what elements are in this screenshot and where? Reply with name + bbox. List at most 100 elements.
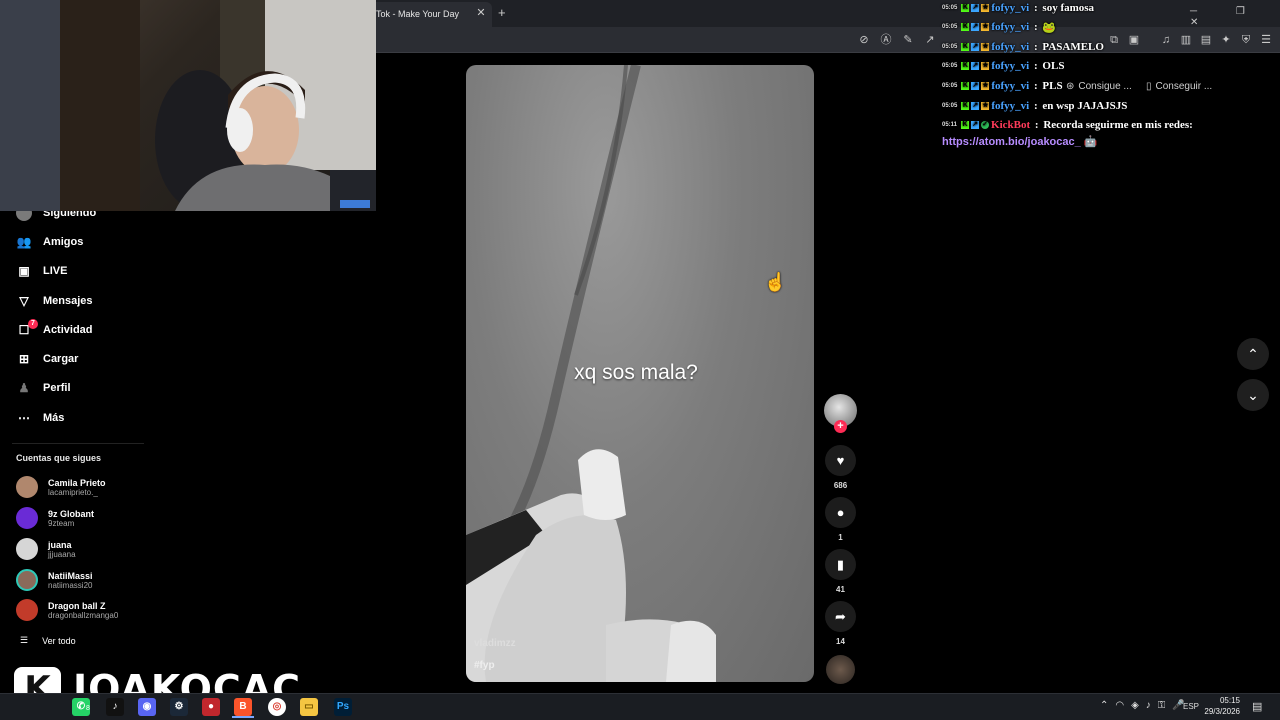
star-badge-icon: ★	[981, 23, 990, 31]
system-tray-icons[interactable]: ⌃◠◈♪⚿🎤	[1100, 700, 1192, 711]
sidebar-item-more[interactable]: ⋯ Más	[16, 407, 64, 429]
comment-button[interactable]: ●	[825, 497, 856, 528]
chat-text: OLS	[1042, 60, 1065, 72]
avatar	[16, 538, 38, 560]
kick-badge-icon: K	[961, 43, 970, 51]
file-explorer-icon[interactable]: ▭	[300, 698, 318, 716]
chat-link[interactable]: https://atom.bio/joakocac_ 🤖	[942, 135, 1098, 148]
followed-account[interactable]: NatiiMassi natiimassi20	[16, 566, 93, 594]
star-badge-icon: ★	[981, 4, 990, 12]
account-handle: natiimassi20	[48, 580, 93, 590]
taskbar-clock[interactable]: 05:15 29/3/2026	[1200, 695, 1240, 717]
share-button[interactable]: ➦	[825, 601, 856, 632]
app-icon[interactable]: ●	[202, 698, 220, 716]
notification-icon[interactable]: ▤	[1252, 700, 1262, 713]
music-icon[interactable]: ♫	[1158, 32, 1174, 48]
comment-count: 1	[838, 533, 843, 542]
steam-icon[interactable]: ⚙	[170, 698, 188, 716]
edit-icon[interactable]: ✎	[900, 32, 916, 48]
tiktok-icon[interactable]: ♪	[106, 698, 124, 716]
shield-icon[interactable]: ⛨	[1238, 32, 1254, 48]
account-handle: jjjuaana	[48, 549, 76, 559]
previous-video-button[interactable]: ⌃	[1237, 338, 1269, 370]
chat-time: 05:05	[942, 83, 958, 89]
share-icon[interactable]: ↗	[922, 32, 938, 48]
brave-browser-icon[interactable]: B	[234, 698, 252, 716]
sidebar-item-live[interactable]: ▣ LIVE	[16, 260, 67, 282]
discord-icon[interactable]: ◉	[138, 698, 156, 716]
webcam-overlay	[0, 0, 376, 211]
chrome-icon[interactable]: ◎	[268, 698, 286, 716]
followed-account[interactable]: Camila Prieto lacamiprieto._	[16, 473, 106, 501]
follow-plus-icon[interactable]: +	[834, 420, 847, 433]
translate-icon[interactable]: Ⓐ	[878, 32, 894, 48]
profile-icon: ♟	[18, 381, 30, 395]
music-disc-icon[interactable]	[826, 655, 855, 684]
chat-message: 05:05 K ↗ ★ fofyy_vi : PLS	[942, 80, 1063, 92]
browser-chip[interactable]: ▯ Conseguir ...	[1146, 79, 1212, 94]
save-button[interactable]: ▮	[825, 549, 856, 580]
menu-icon[interactable]: ☰	[1258, 32, 1274, 48]
reader-icon[interactable]: ⊘	[856, 32, 872, 48]
bookmark-icon: ▮	[836, 557, 845, 572]
chat-user: fofyy_vi	[991, 21, 1030, 33]
share-arrow-icon: ➦	[835, 609, 846, 624]
kick-badge-icon: K	[961, 4, 970, 12]
video-player[interactable]: xq sos mala? vladimzz #fyp	[466, 65, 814, 682]
account-name: Camila Prieto	[48, 477, 106, 488]
sidebar-item-label: Cargar	[43, 353, 79, 365]
clock-date: 29/3/2026	[1204, 707, 1240, 716]
screenshot-icon[interactable]: ▣	[1126, 32, 1142, 48]
wallet-icon[interactable]: ▤	[1198, 32, 1214, 48]
sub-badge-icon: ↗	[971, 23, 980, 31]
see-all-button[interactable]: ☰ Ver todo	[20, 635, 76, 646]
sidebar-item-label: Más	[43, 412, 65, 424]
chat-message: 05:05 K ↗ ★ fofyy_vi : en wsp JAJAJSJS	[942, 100, 1128, 112]
sidebar-item-friends[interactable]: 👥 Amigos	[16, 231, 84, 253]
chat-time: 05:05	[942, 5, 958, 11]
video-author[interactable]: vladimzz	[474, 638, 516, 649]
account-handle: 9zteam	[48, 518, 75, 528]
followed-account[interactable]: Dragon ball Zdragonballzmanga0	[16, 596, 118, 624]
next-video-button[interactable]: ⌄	[1237, 379, 1269, 411]
sidebar-item-label: LIVE	[43, 265, 68, 277]
avatar	[16, 599, 38, 621]
star-badge-icon: ★	[981, 43, 990, 51]
see-all-label: Ver todo	[42, 635, 76, 646]
avatar	[16, 507, 38, 529]
window-controls[interactable]: ─ ❐ ✕	[1190, 6, 1280, 28]
chat-time: 05:05	[942, 63, 958, 69]
chat-text: Recorda seguirme en mis redes:	[1043, 119, 1193, 131]
like-button[interactable]: ♥	[825, 445, 856, 476]
extension-icon[interactable]: ⧉	[1106, 32, 1122, 48]
kick-badge-icon: K	[961, 102, 970, 110]
followed-account[interactable]: 9z Globant 9zteam	[16, 504, 94, 532]
language-indicator[interactable]: ESP	[1183, 702, 1199, 711]
more-icon: ⋯	[18, 411, 30, 425]
sidebar-item-upload[interactable]: ⊞ Cargar	[16, 348, 79, 370]
video-caption: xq sos mala?	[574, 361, 698, 384]
chevron-up-icon: ⌃	[1247, 346, 1259, 362]
sidebar-item-messages[interactable]: ▽ Mensajes	[16, 290, 92, 312]
save-count: 41	[836, 585, 845, 594]
tab-close-icon[interactable]: ✕	[474, 6, 488, 19]
video-hashtag[interactable]: #fyp	[474, 660, 495, 671]
browser-chip[interactable]: ⊛ Consigue ...	[1066, 79, 1132, 94]
photoshop-icon[interactable]: Ps	[334, 698, 352, 716]
new-tab-button[interactable]: +	[498, 5, 506, 20]
sidebar-item-profile[interactable]: ♟ Perfil	[16, 377, 71, 399]
chat-message: 05:05 K ↗ ★ fofyy_vi : soy famosa	[942, 2, 1095, 14]
active-app-indicator	[232, 716, 254, 718]
followed-account[interactable]: juana jjjuaana	[16, 535, 76, 563]
account-name: juana	[48, 539, 72, 550]
sidebar-icon[interactable]: ▥	[1178, 32, 1194, 48]
account-name: NatiiMassi	[48, 570, 93, 581]
chip-label: Consigue ...	[1078, 81, 1132, 92]
chat-text: 🐸	[1042, 21, 1057, 34]
account-handle: lacamiprieto._	[48, 487, 98, 497]
upload-icon: ⊞	[18, 352, 30, 366]
chat-user: fofyy_vi	[991, 100, 1030, 112]
sub-badge-icon: ↗	[971, 102, 980, 110]
clock-time: 05:15	[1219, 696, 1240, 705]
ai-icon[interactable]: ✦	[1218, 32, 1234, 48]
